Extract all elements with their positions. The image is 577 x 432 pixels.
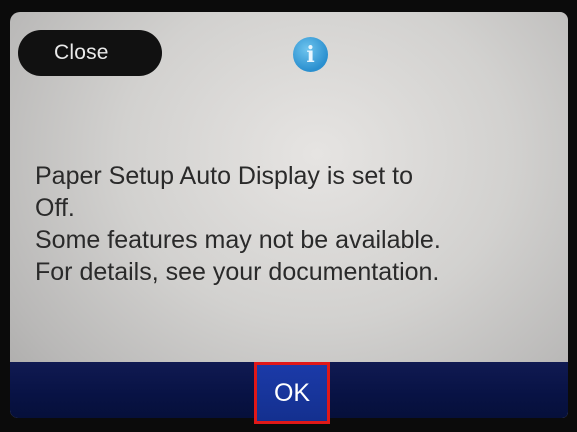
ok-button[interactable]: OK [254, 362, 330, 424]
message-line: Some features may not be available. [35, 226, 441, 254]
info-icon: i [293, 37, 328, 72]
message-line: For details, see your documentation. [35, 258, 440, 286]
top-bar: Close i [10, 12, 568, 82]
close-button[interactable]: Close [18, 30, 162, 76]
lcd-screen: Close i Paper Setup Auto Display is set … [10, 12, 568, 418]
message-line: Paper Setup Auto Display is set to [35, 162, 413, 190]
message-text: Paper Setup Auto Display is set to Off. … [35, 160, 565, 288]
message-line: Off. [35, 194, 75, 222]
